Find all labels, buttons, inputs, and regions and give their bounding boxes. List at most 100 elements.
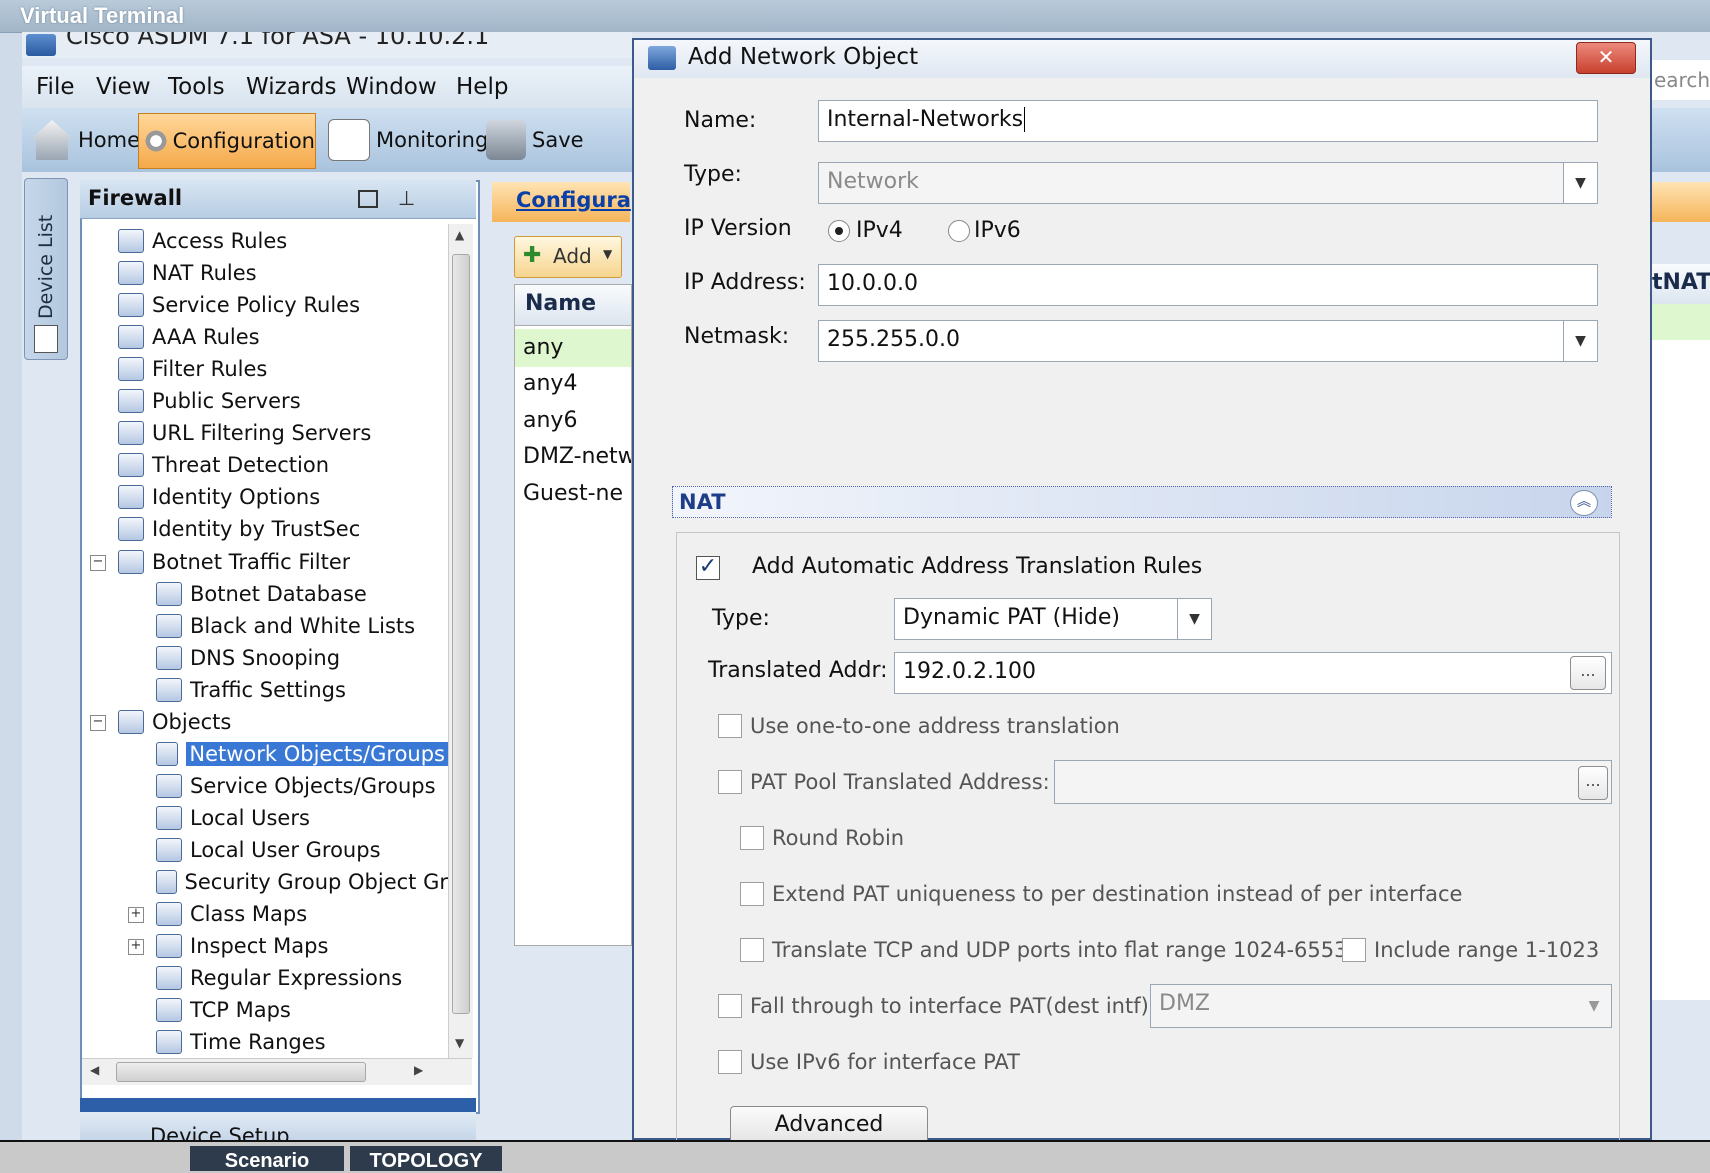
home-button[interactable]: Home — [26, 113, 140, 167]
expand-icon[interactable]: + — [128, 939, 144, 955]
expand-icon[interactable]: + — [128, 907, 144, 923]
menu-help[interactable]: Help — [456, 74, 508, 100]
restore-window-icon[interactable] — [358, 190, 378, 208]
menu-view[interactable]: View — [96, 74, 151, 100]
tree-item-traffic-settings[interactable]: Traffic Settings — [156, 675, 346, 705]
round-robin-checkbox[interactable] — [740, 826, 764, 850]
tree-item-black-and-white-lists[interactable]: Black and White Lists — [156, 611, 415, 641]
network-objects-icon — [156, 742, 179, 766]
netmask-combobox[interactable]: 255.255.0.0 ▼ — [818, 320, 1598, 362]
menu-file[interactable]: File — [36, 74, 75, 100]
configuration-breadcrumb-tab[interactable]: Configura — [492, 182, 631, 222]
translated-addr-browse-button[interactable]: ... — [1570, 656, 1606, 690]
tree-item-time-ranges[interactable]: Time Ranges — [156, 1027, 326, 1057]
nat-type-select[interactable]: Dynamic PAT (Hide) ▼ — [894, 598, 1212, 640]
tree-item-network-objects-groups[interactable]: Network Objects/Groups — [156, 739, 448, 769]
tree-item-class-maps[interactable]: Class Maps — [156, 899, 307, 929]
tree-item-url-filtering-servers[interactable]: URL Filtering Servers — [118, 418, 371, 448]
translate-ports-checkbox[interactable] — [740, 938, 764, 962]
search-field-partial[interactable]: earch — [1652, 60, 1710, 100]
ipv6-interface-pat-checkbox[interactable] — [718, 1050, 742, 1074]
configuration-button[interactable]: Configuration — [138, 113, 316, 169]
extend-pat-checkbox[interactable] — [740, 882, 764, 906]
chevron-down-icon[interactable]: ▼ — [1177, 599, 1211, 639]
tree-item-threat-detection[interactable]: Threat Detection — [118, 450, 329, 480]
collapse-chevron-icon[interactable]: ︽ — [1570, 490, 1598, 516]
tree-item-access-rules[interactable]: Access Rules — [118, 226, 287, 256]
configuration-breadcrumb[interactable]: Configura — [516, 188, 631, 212]
menu-tools[interactable]: Tools — [168, 74, 225, 100]
ipv4-radio[interactable] — [828, 220, 850, 242]
table-row[interactable]: Guest-ne — [515, 475, 631, 513]
tree-vertical-scrollbar[interactable]: ▲ ▼ — [448, 224, 473, 1058]
tree-item-tcp-maps[interactable]: TCP Maps — [156, 995, 291, 1025]
type-select[interactable]: Network ▼ — [818, 162, 1598, 204]
ipv6-radio[interactable] — [948, 220, 970, 242]
save-button[interactable]: Save — [480, 113, 584, 167]
scroll-left-arrow-icon[interactable]: ◀ — [90, 1063, 99, 1077]
include-range-checkbox[interactable] — [1342, 938, 1366, 962]
pin-icon[interactable]: ⊥ — [398, 186, 415, 210]
chevron-down-icon[interactable]: ▼ — [1577, 985, 1611, 1027]
nat-section-header[interactable]: NAT — [672, 486, 1612, 518]
translated-addr-label: Translated Addr: — [708, 658, 888, 683]
tree-item-identity-options[interactable]: Identity Options — [118, 482, 320, 512]
tree-item-aaa-rules[interactable]: AAA Rules — [118, 322, 260, 352]
chevron-down-icon[interactable]: ▼ — [1563, 163, 1597, 203]
auto-translation-checkbox[interactable]: ✓ — [696, 556, 720, 580]
fall-through-interface-select[interactable]: DMZ ▼ — [1150, 984, 1612, 1028]
ip-address-input[interactable]: 10.0.0.0 — [818, 264, 1598, 306]
device-list-tab[interactable]: Device List — [24, 178, 68, 360]
translated-addr-input[interactable]: 192.0.2.100 — [894, 652, 1612, 694]
collapse-icon[interactable]: − — [90, 555, 106, 571]
name-input[interactable]: Internal-Networks — [818, 100, 1598, 142]
tree-horizontal-scrollbar[interactable]: ◀ ▶ — [82, 1058, 472, 1085]
chevron-down-icon[interactable]: ▼ — [1563, 321, 1597, 361]
table-header-name[interactable]: Name — [515, 285, 631, 326]
tab-scenario[interactable]: Scenario — [190, 1146, 344, 1171]
tree-item-local-user-groups[interactable]: Local User Groups — [156, 835, 381, 865]
horizontal-scroll-thumb[interactable] — [116, 1062, 366, 1082]
tree-item-public-servers[interactable]: Public Servers — [118, 386, 301, 416]
fall-through-checkbox[interactable] — [718, 994, 742, 1018]
menu-window[interactable]: Window — [346, 74, 437, 100]
monitoring-button[interactable]: Monitoring — [322, 113, 488, 167]
tree-item-inspect-maps[interactable]: Inspect Maps — [156, 931, 328, 961]
tree-item-dns-snooping[interactable]: DNS Snooping — [156, 643, 340, 673]
tree-item-nat-rules[interactable]: NAT Rules — [118, 258, 257, 288]
panel-splitter[interactable] — [80, 1098, 476, 1112]
device-setup-item[interactable]: Device Setup — [80, 1112, 476, 1140]
tree-item-local-users[interactable]: Local Users — [156, 803, 310, 833]
tree-item-service-policy-rules[interactable]: Service Policy Rules — [118, 290, 360, 320]
collapse-icon[interactable]: − — [90, 715, 106, 731]
tree-item-filter-rules[interactable]: Filter Rules — [118, 354, 267, 384]
tree-item-label: Network Objects/Groups — [186, 742, 448, 766]
tab-topology[interactable]: TOPOLOGY — [350, 1146, 502, 1171]
menu-wizards[interactable]: Wizards — [246, 74, 336, 100]
pat-pool-input[interactable] — [1054, 760, 1612, 804]
pat-pool-checkbox[interactable] — [718, 770, 742, 794]
tree-item-botnet-traffic-filter[interactable]: Botnet Traffic Filter — [118, 547, 350, 577]
tree-item-botnet-database[interactable]: Botnet Database — [156, 579, 367, 609]
scroll-up-arrow-icon[interactable]: ▲ — [455, 228, 464, 242]
close-button[interactable]: ✕ — [1576, 42, 1636, 74]
table-row[interactable]: any4 — [515, 365, 631, 403]
netmask-value: 255.255.0.0 — [827, 327, 960, 352]
table-row[interactable]: DMZ-netw — [515, 438, 631, 476]
one-to-one-checkbox[interactable] — [718, 714, 742, 738]
regex-icon — [156, 966, 182, 990]
tree-item-objects[interactable]: Objects — [118, 707, 231, 737]
table-row[interactable]: any6 — [515, 402, 631, 440]
table-row[interactable]: any — [515, 329, 631, 367]
tree-item-service-objects-groups[interactable]: Service Objects/Groups — [156, 771, 436, 801]
add-button[interactable]: ✚ Add ▼ — [514, 236, 622, 278]
objects-icon — [118, 710, 144, 734]
tree-item-identity-by-trustsec[interactable]: Identity by TrustSec — [118, 514, 360, 544]
tree-item-security-group-object-gr[interactable]: Security Group Object Gr — [156, 867, 448, 897]
tree-item-regular-expressions[interactable]: Regular Expressions — [156, 963, 402, 993]
scroll-right-arrow-icon[interactable]: ▶ — [414, 1063, 423, 1077]
scroll-thumb[interactable] — [452, 254, 470, 1014]
pat-pool-browse-button[interactable]: ... — [1578, 766, 1608, 800]
scroll-down-arrow-icon[interactable]: ▼ — [455, 1036, 464, 1050]
tree-item-label: Filter Rules — [152, 357, 268, 381]
